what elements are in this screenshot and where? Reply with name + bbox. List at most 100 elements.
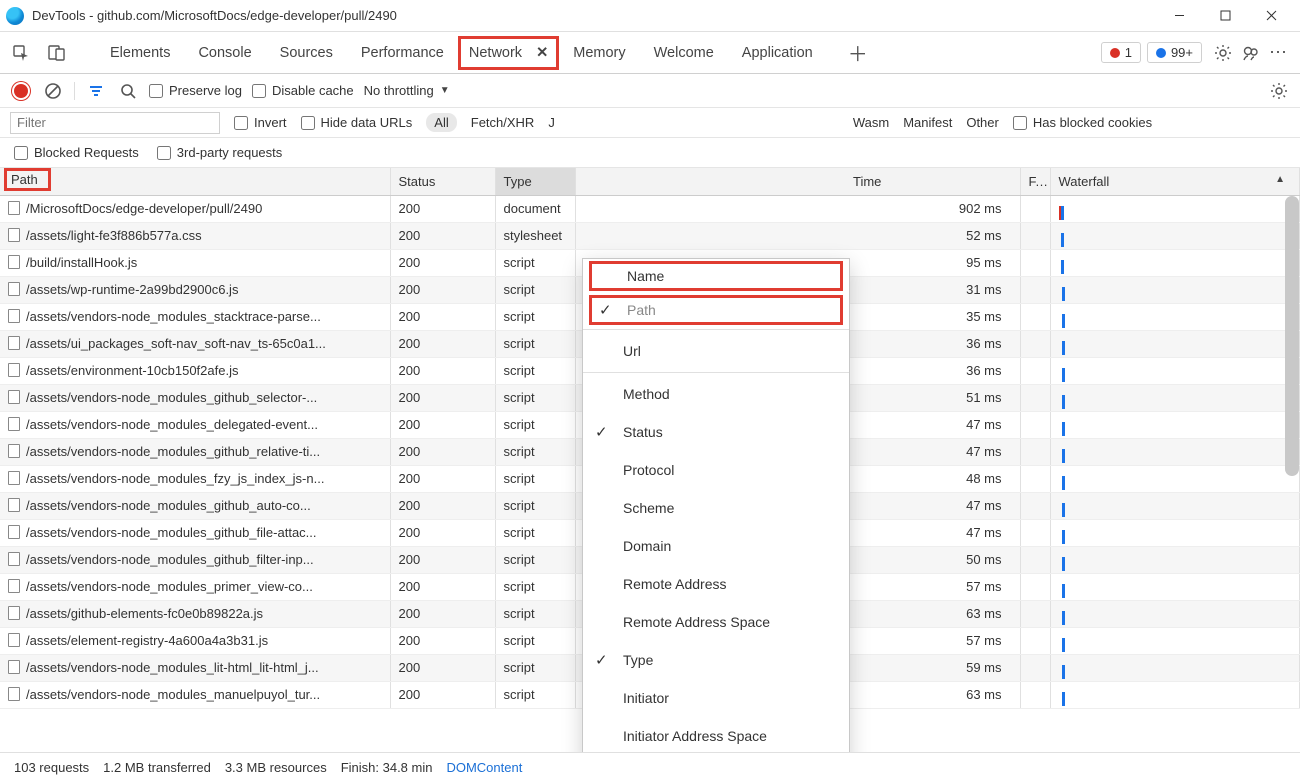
filter-other[interactable]: Other: [966, 115, 999, 130]
blocked-requests-checkbox[interactable]: Blocked Requests: [14, 145, 139, 160]
tab-performance[interactable]: Performance: [347, 33, 458, 73]
file-icon: [8, 390, 20, 404]
cell-status: 200: [390, 465, 495, 492]
cell-waterfall: [1050, 654, 1300, 681]
column-header-time[interactable]: Time: [845, 168, 1020, 195]
disable-cache-checkbox[interactable]: Disable cache: [252, 83, 354, 98]
tab-welcome[interactable]: Welcome: [640, 33, 728, 73]
devtools-tab-strip: Elements Console Sources Performance Net…: [0, 32, 1300, 74]
context-menu-item[interactable]: Domain: [583, 527, 849, 565]
filter-fetchxhr[interactable]: Fetch/XHR: [471, 115, 535, 130]
filter-js-truncated[interactable]: J: [548, 115, 555, 130]
toggle-device-icon[interactable]: [46, 42, 68, 64]
cell-f: [1020, 438, 1050, 465]
tab-network[interactable]: Network ✕: [458, 36, 559, 70]
waterfall-bar: [1062, 557, 1065, 571]
add-tab-button[interactable]: ＋: [847, 42, 869, 64]
check-icon: ✓: [595, 651, 608, 669]
cell-path: /assets/vendors-node_modules_fzy_js_inde…: [26, 471, 324, 486]
cell-f: [1020, 600, 1050, 627]
filter-manifest[interactable]: Manifest: [903, 115, 952, 130]
cell-time: 50 ms: [845, 546, 1020, 573]
tab-application[interactable]: Application: [728, 33, 827, 73]
cell-status: 200: [390, 195, 495, 222]
hide-data-urls-checkbox[interactable]: Hide data URLs: [301, 115, 413, 130]
table-row[interactable]: /assets/light-fe3f886b577a.css 200 style…: [0, 222, 1300, 249]
context-menu-item[interactable]: Name: [587, 259, 845, 293]
context-menu-item[interactable]: ✓Path: [587, 293, 845, 327]
invert-checkbox[interactable]: Invert: [234, 115, 287, 130]
context-menu-item[interactable]: Url: [583, 332, 849, 370]
status-transferred: 1.2 MB transferred: [103, 760, 211, 775]
filter-wasm[interactable]: Wasm: [853, 115, 889, 130]
cell-status: 200: [390, 222, 495, 249]
disable-cache-input[interactable]: [252, 84, 266, 98]
context-menu-item[interactable]: Protocol: [583, 451, 849, 489]
third-party-checkbox[interactable]: 3rd-party requests: [157, 145, 283, 160]
cell-path: /assets/vendors-node_modules_github_filt…: [26, 552, 314, 567]
cell-type: script: [495, 438, 575, 465]
cell-f: [1020, 546, 1050, 573]
status-domcontent: DOMContent: [446, 760, 522, 775]
cell-time: 63 ms: [845, 681, 1020, 708]
gear-icon[interactable]: [1212, 42, 1234, 64]
throttling-select[interactable]: No throttling ▼: [364, 83, 450, 98]
cell-path: /assets/vendors-node_modules_delegated-e…: [26, 417, 318, 432]
context-menu-item[interactable]: Remote Address Space: [583, 603, 849, 641]
tab-memory[interactable]: Memory: [559, 33, 639, 73]
maximize-button[interactable]: [1202, 0, 1248, 32]
cell-waterfall: [1050, 384, 1300, 411]
more-icon[interactable]: ⋯: [1268, 42, 1290, 64]
issues-badge[interactable]: 99+: [1147, 42, 1202, 63]
context-menu-item[interactable]: Remote Address: [583, 565, 849, 603]
tab-sources[interactable]: Sources: [266, 33, 347, 73]
file-icon: [8, 687, 20, 701]
preserve-log-input[interactable]: [149, 84, 163, 98]
clear-button[interactable]: [42, 80, 64, 102]
record-button[interactable]: [10, 80, 32, 102]
cell-path: /assets/vendors-node_modules_manuelpuyol…: [26, 687, 320, 702]
minimize-button[interactable]: [1156, 0, 1202, 32]
cell-path: /build/installHook.js: [26, 255, 137, 270]
waterfall-bar: [1062, 530, 1065, 544]
cell-status: 200: [390, 492, 495, 519]
cell-status: 200: [390, 276, 495, 303]
tab-elements[interactable]: Elements: [96, 33, 184, 73]
context-menu-item[interactable]: Scheme: [583, 489, 849, 527]
column-header-status[interactable]: Status: [390, 168, 495, 195]
preserve-log-checkbox[interactable]: Preserve log: [149, 83, 242, 98]
feedback-icon[interactable]: [1240, 42, 1262, 64]
network-table-container: Path Path Status Type Time F... Waterfal…: [0, 168, 1300, 752]
search-icon[interactable]: [117, 80, 139, 102]
context-menu-item[interactable]: ✓Status: [583, 413, 849, 451]
vertical-scrollbar[interactable]: [1285, 196, 1299, 476]
cell-gap: [575, 195, 845, 222]
waterfall-bar: [1062, 449, 1065, 463]
file-icon: [8, 309, 20, 323]
close-icon[interactable]: ✕: [536, 45, 548, 61]
inspect-element-icon[interactable]: [10, 42, 32, 64]
errors-count: 1: [1125, 45, 1132, 60]
table-row[interactable]: /MicrosoftDocs/edge-developer/pull/2490 …: [0, 195, 1300, 222]
filter-input[interactable]: [10, 112, 220, 134]
context-menu-item[interactable]: Initiator Address Space: [583, 717, 849, 752]
context-menu-item[interactable]: ✓Type: [583, 641, 849, 679]
has-blocked-cookies-checkbox[interactable]: Has blocked cookies: [1013, 115, 1152, 130]
cell-path: /assets/github-elements-fc0e0b89822a.js: [26, 606, 263, 621]
column-header-f[interactable]: F...: [1020, 168, 1050, 195]
context-menu-item[interactable]: Initiator: [583, 679, 849, 717]
errors-badge[interactable]: 1: [1101, 42, 1141, 63]
network-settings-icon[interactable]: [1268, 80, 1290, 102]
filter-icon[interactable]: [85, 80, 107, 102]
menu-separator: [583, 372, 849, 373]
context-menu-label: Protocol: [623, 462, 674, 478]
waterfall-bar: [1062, 476, 1065, 490]
filter-all[interactable]: All: [426, 113, 456, 132]
column-header-type[interactable]: Type: [495, 168, 575, 195]
context-menu-item[interactable]: Method: [583, 375, 849, 413]
tab-console[interactable]: Console: [184, 33, 265, 73]
column-header-waterfall[interactable]: Waterfall▲: [1050, 168, 1300, 195]
column-header-path[interactable]: Path: [0, 168, 390, 195]
context-menu-label: Initiator Address Space: [623, 728, 767, 744]
close-button[interactable]: [1248, 0, 1294, 32]
